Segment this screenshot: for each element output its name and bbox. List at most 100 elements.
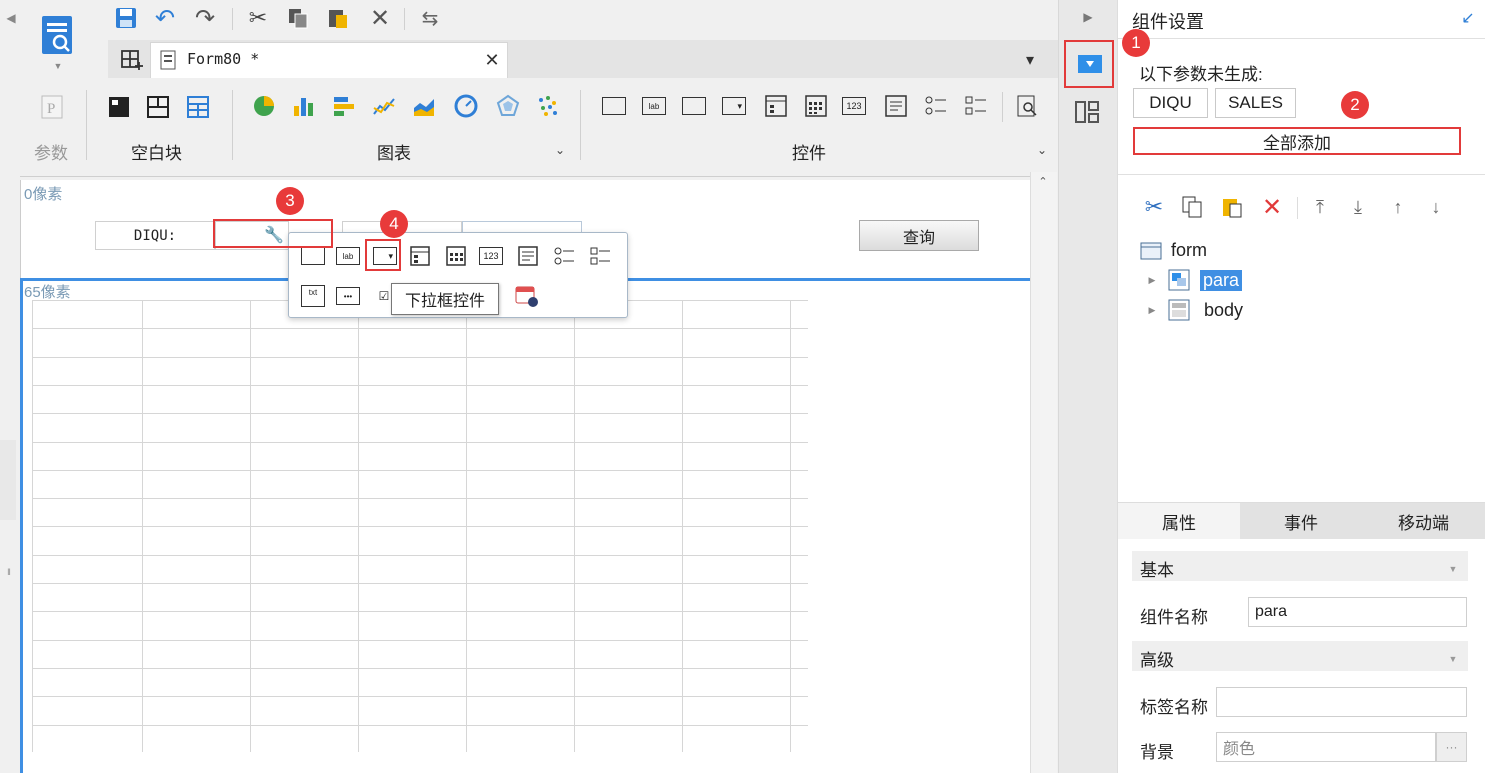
pie-chart-icon[interactable] [250,92,278,120]
undo-icon[interactable]: ↶ [150,4,180,32]
tab-menu-icon[interactable]: ▾ [1016,48,1044,72]
collapse-panel-icon[interactable]: ↙ [1458,8,1478,28]
grid-column-line [682,300,683,752]
label-widget-icon[interactable]: lab [336,247,360,265]
param-chip-sales[interactable]: SALES [1215,88,1296,118]
list-widget-icon[interactable] [762,93,790,119]
left-splitter[interactable] [0,440,16,520]
chevron-down-icon[interactable]: ▼ [1446,562,1460,576]
number-widget-icon[interactable]: 123 [479,247,503,265]
query-button[interactable]: 查询 [859,220,979,251]
area-chart-icon[interactable] [410,92,438,120]
report-block-icon[interactable] [184,93,212,121]
delete-icon[interactable]: ✕ [1258,193,1286,221]
layout-icon[interactable] [1072,98,1102,126]
section-advanced-label: 高级 [1140,651,1174,670]
chevron-down-icon[interactable]: ⌄ [1034,142,1050,158]
highlight-box-1 [1064,40,1114,88]
section-advanced[interactable] [1132,641,1468,671]
redo-icon[interactable]: ↷ [190,4,220,32]
label-diqu[interactable]: DIQU: [95,221,215,250]
text-widget-icon[interactable] [602,97,626,115]
chevron-down-icon[interactable]: ▼ [1446,652,1460,666]
dropdown-arrow-icon[interactable]: ▼ [50,60,66,72]
cut-icon[interactable]: ✂ [244,4,272,32]
textarea-widget-icon[interactable] [515,243,541,269]
search-widget-icon[interactable] [1014,93,1042,119]
bar-chart-icon[interactable] [290,92,318,120]
checkbox-group-icon[interactable] [587,243,613,269]
preview-icon[interactable] [36,12,80,60]
highlight-box-3 [213,219,333,248]
move-up-icon[interactable]: ↑ [1384,193,1412,221]
section-basic-label: 基本 [1140,561,1174,580]
textarea-widget-icon[interactable] [882,93,910,119]
expand-body-icon[interactable]: ▶ [1146,302,1158,318]
scroll-up-icon[interactable]: ⌃ [1034,174,1052,188]
paste-icon[interactable] [324,4,352,32]
gauge-chart-icon[interactable] [452,92,480,120]
tree-node-body[interactable]: body [1168,299,1243,321]
absolute-block-icon[interactable] [105,93,133,121]
number-widget-icon[interactable]: 123 [842,97,866,115]
move-bottom-icon[interactable]: ⤓ [1344,193,1372,221]
grid-row-line [32,611,808,613]
radio-group-icon[interactable] [551,243,577,269]
grid-row-line [32,724,808,726]
expand-right-icon[interactable]: ▶ [1080,8,1096,26]
tree-node-para[interactable]: para [1168,269,1243,291]
canvas-vertical-scrollbar[interactable] [1030,172,1057,773]
text-widget-icon[interactable] [301,247,325,265]
radar-chart-icon[interactable] [494,92,522,120]
tree-node-form[interactable]: form [1140,240,1207,261]
label-widget-icon[interactable]: lab [642,97,666,115]
parameter-icon[interactable]: P [40,94,64,120]
tag-name-input[interactable] [1216,687,1467,717]
tab-mobile[interactable]: 移动端 [1362,503,1485,539]
tab-title: Form80 * [187,50,260,68]
password-widget-icon[interactable]: ••• [336,287,360,305]
background-more-button[interactable]: ··· [1436,732,1467,762]
paste-icon[interactable] [1218,193,1246,221]
close-tab-icon[interactable]: ✕ [480,48,504,72]
line-chart-icon[interactable] [370,92,398,120]
delete-icon[interactable]: ✕ [366,4,394,32]
component-name-input[interactable]: para [1248,597,1467,627]
body-left-border [20,280,23,773]
grid-column-line [142,300,143,752]
section-basic[interactable] [1132,551,1468,581]
splitter-grip-icon[interactable]: ǁ [4,565,14,579]
param-chip-diqu[interactable]: DIQU [1133,88,1208,118]
collapse-left-icon[interactable]: ◀ [4,8,18,28]
date-widget-icon[interactable] [802,93,830,119]
scatter-chart-icon[interactable] [534,92,562,120]
cut-icon[interactable]: ✂ [1140,193,1168,221]
tab-properties[interactable]: 属性 [1118,503,1240,539]
horizontal-bar-icon[interactable] [330,92,358,120]
combobox-widget-icon[interactable]: ▾ [722,97,746,115]
new-form-icon[interactable] [118,44,146,74]
radio-group-icon[interactable] [922,93,950,119]
chevron-down-icon[interactable]: ⌄ [552,142,568,158]
report-grid[interactable] [32,300,808,752]
checkbox-group-icon[interactable] [962,93,990,119]
copy-icon[interactable] [1178,193,1206,221]
copy-icon[interactable] [284,4,312,32]
save-icon[interactable] [112,4,140,32]
group-label-parameter: 参数 [34,144,68,163]
text-area-widget-icon[interactable]: txt [301,285,325,307]
para-node-icon [1168,269,1190,291]
calendar-icon[interactable] [513,281,541,309]
group-label-blank-block: 空白块 [131,144,182,163]
move-down-icon[interactable]: ↓ [1422,193,1450,221]
tab-block-icon[interactable] [144,93,172,121]
tab-events[interactable]: 事件 [1240,503,1362,539]
swap-icon[interactable]: ⇆ [414,4,446,32]
background-input[interactable]: 颜色 [1216,732,1436,762]
button-widget-icon[interactable] [682,97,706,115]
move-top-icon[interactable]: ⤒ [1306,193,1334,221]
expand-para-icon[interactable]: ▶ [1146,272,1158,288]
add-all-button[interactable]: 全部添加 [1133,127,1461,155]
list-widget-icon[interactable] [407,243,433,269]
date-widget-icon[interactable] [443,243,469,269]
